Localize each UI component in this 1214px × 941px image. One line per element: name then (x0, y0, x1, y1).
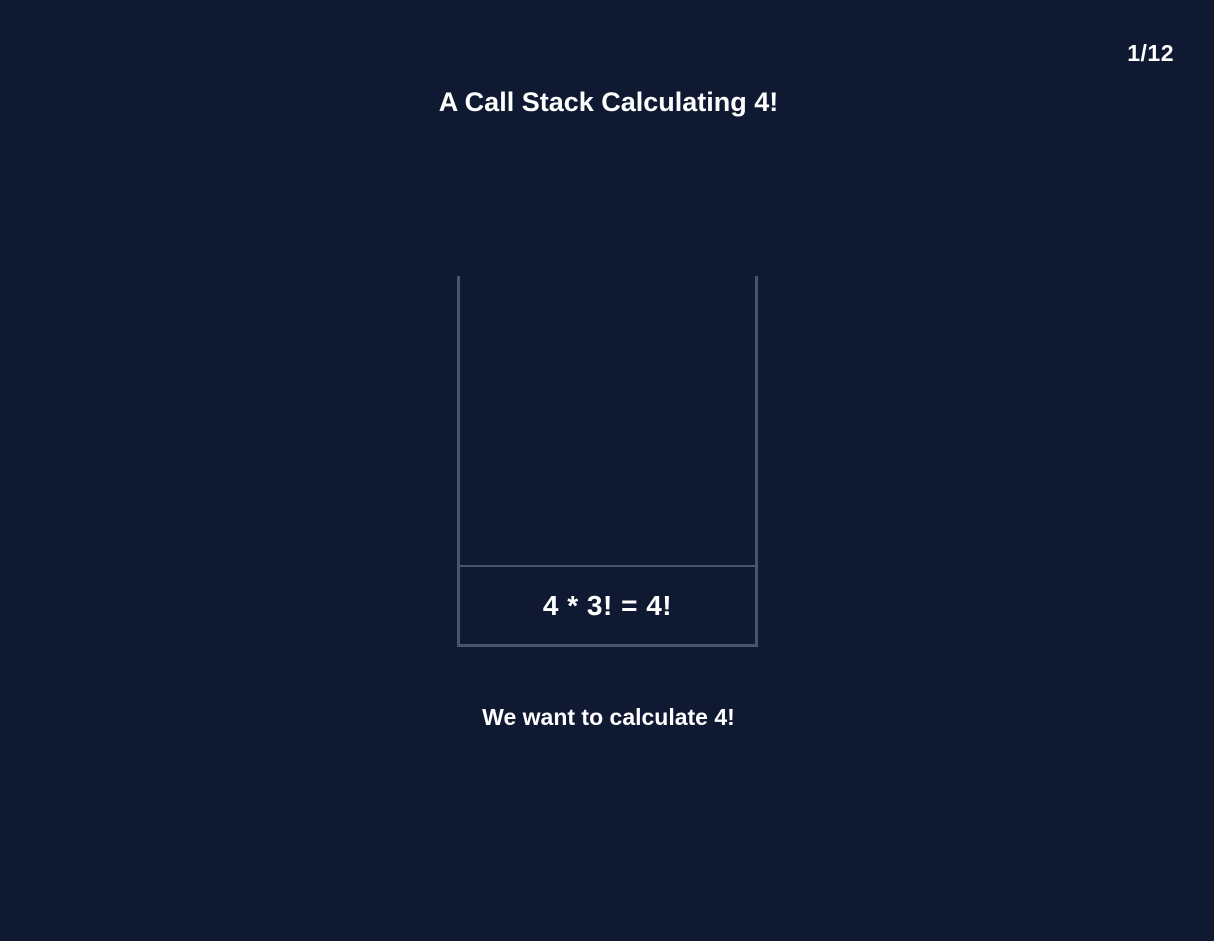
step-caption: We want to calculate 4! (482, 704, 735, 730)
stack-frame-label: 4 * 3! = 4! (542, 589, 673, 621)
call-stack-container: 4 * 3! = 4! (457, 276, 758, 647)
stack-frame: 4 * 3! = 4! (460, 565, 755, 644)
slide-counter: 1/12 (1127, 40, 1174, 66)
diagram-title: A Call Stack Calculating 4! (438, 87, 779, 117)
